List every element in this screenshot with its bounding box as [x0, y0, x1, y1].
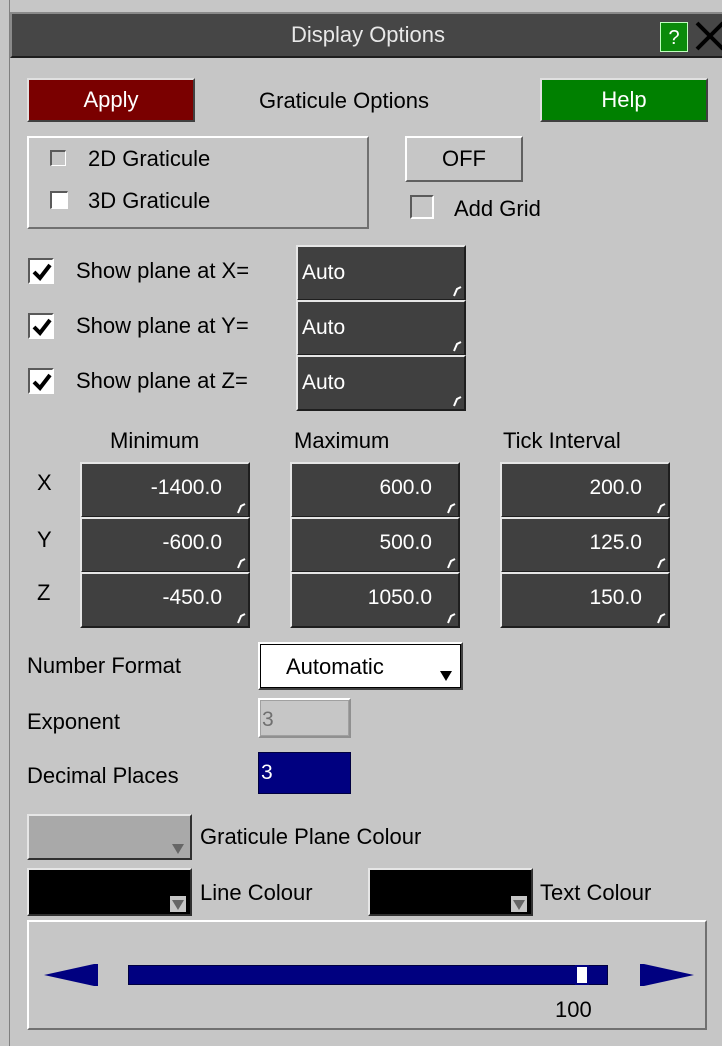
graticule-3d-label: 3D Graticule — [88, 188, 211, 213]
slider-track[interactable] — [128, 965, 608, 985]
slider-value: 100 — [555, 997, 592, 1022]
add-grid-label: Add Grid — [454, 196, 541, 221]
window-title: Display Options — [290, 22, 446, 47]
axis-z-label: Z — [37, 580, 51, 605]
x-minimum-field[interactable]: -1400.0 — [80, 462, 250, 518]
z-maximum-field[interactable]: 1050.0 — [290, 572, 460, 628]
number-format-dropdown[interactable]: Automatic — [258, 642, 463, 690]
z-tick-value: 150.0 — [589, 586, 642, 609]
graticule-2d-label: 2D Graticule — [88, 146, 211, 171]
field-corner-icon — [657, 558, 666, 569]
field-corner-icon — [447, 558, 456, 569]
field-corner-icon — [447, 613, 456, 624]
field-corner-icon — [453, 286, 462, 297]
plane-z-value: Auto — [302, 371, 346, 394]
dropdown-arrow-icon — [170, 896, 186, 912]
number-format-label: Number Format — [27, 653, 182, 678]
number-format-value: Automatic — [286, 654, 384, 679]
help-question-button[interactable]: ? — [660, 22, 688, 52]
field-corner-icon — [657, 503, 666, 514]
y-tick-field[interactable]: 125.0 — [500, 517, 670, 573]
graticule-2d-radio[interactable] — [50, 150, 66, 166]
add-grid-checkbox[interactable] — [410, 195, 434, 219]
line-colour-label: Line Colour — [200, 880, 313, 905]
exponent-label: Exponent — [27, 709, 120, 734]
field-corner-icon — [447, 503, 456, 514]
show-plane-y-label: Show plane at Y= — [76, 313, 249, 338]
x-minimum-value: -1400.0 — [150, 476, 222, 499]
dropdown-arrow-icon — [440, 671, 452, 681]
close-button[interactable] — [692, 16, 722, 56]
z-minimum-field[interactable]: -450.0 — [80, 572, 250, 628]
y-minimum-value: -600.0 — [162, 531, 222, 554]
field-corner-icon — [453, 341, 462, 352]
slider-thumb[interactable] — [575, 965, 590, 985]
text-colour-label: Text Colour — [540, 880, 652, 905]
checkmark-icon — [32, 318, 52, 337]
show-plane-x-label: Show plane at X= — [76, 258, 250, 283]
header-maximum: Maximum — [294, 428, 390, 453]
help-button[interactable]: Help — [540, 78, 708, 122]
y-minimum-field[interactable]: -600.0 — [80, 517, 250, 573]
axis-y-label: Y — [37, 527, 52, 552]
plane-y-field[interactable]: Auto — [296, 300, 466, 356]
field-corner-icon — [237, 503, 246, 514]
show-plane-z-checkbox[interactable] — [28, 368, 54, 394]
section-title: Graticule Options — [259, 88, 429, 113]
graticule-plane-colour-swatch[interactable] — [27, 814, 192, 860]
field-corner-icon — [237, 558, 246, 569]
plane-y-value: Auto — [302, 316, 346, 339]
text-colour-swatch[interactable] — [368, 868, 533, 916]
checkmark-icon — [32, 373, 52, 392]
window-border — [0, 0, 10, 1046]
y-maximum-value: 500.0 — [379, 531, 432, 554]
x-tick-value: 200.0 — [589, 476, 642, 499]
arrow-left-icon — [44, 964, 98, 986]
show-plane-y-checkbox[interactable] — [28, 313, 54, 339]
title-bar[interactable]: Display Options ? — [10, 12, 722, 58]
show-plane-z-label: Show plane at Z= — [76, 368, 248, 393]
axis-x-label: X — [37, 470, 52, 495]
exponent-field[interactable]: 3 — [258, 698, 351, 738]
off-button[interactable]: OFF — [405, 136, 523, 182]
x-maximum-field[interactable]: 600.0 — [290, 462, 460, 518]
close-icon — [695, 21, 722, 51]
plane-x-field[interactable]: Auto — [296, 245, 466, 301]
slider-left-arrow-button[interactable] — [44, 964, 100, 992]
x-maximum-value: 600.0 — [379, 476, 432, 499]
z-minimum-value: -450.0 — [162, 586, 222, 609]
y-tick-value: 125.0 — [589, 531, 642, 554]
field-corner-icon — [237, 613, 246, 624]
graticule-plane-colour-label: Graticule Plane Colour — [200, 824, 422, 849]
decimal-places-label: Decimal Places — [27, 763, 179, 788]
field-corner-icon — [453, 396, 462, 407]
graticule-3d-radio[interactable] — [50, 191, 68, 209]
z-maximum-value: 1050.0 — [367, 586, 432, 609]
x-tick-field[interactable]: 200.0 — [500, 462, 670, 518]
slider-right-arrow-button[interactable] — [638, 964, 694, 992]
arrow-right-icon — [640, 964, 694, 986]
z-tick-field[interactable]: 150.0 — [500, 572, 670, 628]
dropdown-arrow-icon — [172, 844, 184, 854]
plane-x-value: Auto — [302, 261, 346, 284]
line-colour-swatch[interactable] — [27, 868, 192, 916]
field-corner-icon — [657, 613, 666, 624]
plane-z-field[interactable]: Auto — [296, 355, 466, 411]
apply-button[interactable]: Apply — [27, 78, 195, 122]
decimal-places-field[interactable]: 3 — [258, 752, 351, 794]
y-maximum-field[interactable]: 500.0 — [290, 517, 460, 573]
header-minimum: Minimum — [110, 428, 200, 453]
header-tick-interval: Tick Interval — [503, 428, 621, 453]
show-plane-x-checkbox[interactable] — [28, 258, 54, 284]
checkmark-icon — [32, 263, 52, 282]
dropdown-arrow-icon — [511, 896, 527, 912]
